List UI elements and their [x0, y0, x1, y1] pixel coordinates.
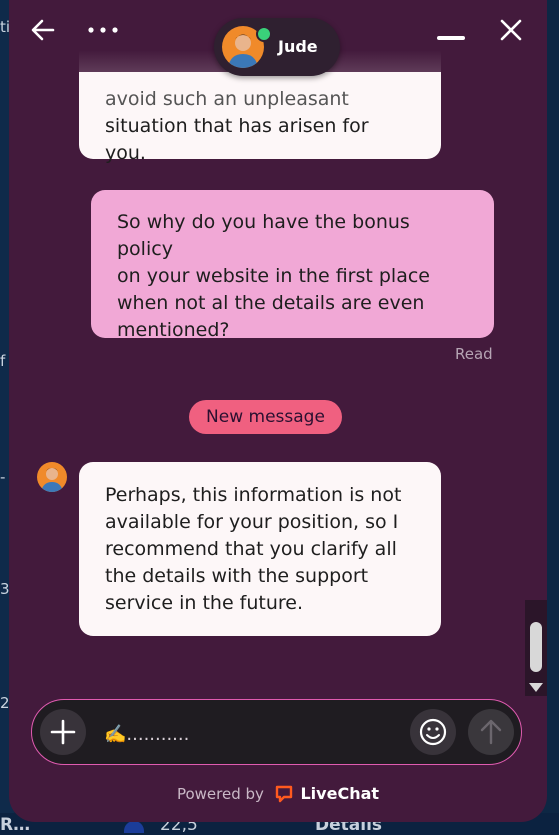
chat-header: Jude [9, 0, 547, 76]
message-line: avoid such an unpleasant [105, 88, 349, 110]
more-dots-icon[interactable] [87, 26, 119, 34]
livechat-logo-icon [275, 785, 292, 803]
powered-by-footer[interactable]: Powered by LiveChat [9, 784, 547, 803]
scrollbar-thumb[interactable] [530, 622, 542, 672]
bg-fragment: f [0, 352, 6, 370]
message-line: So why do you have the bonus policy [117, 211, 410, 260]
powered-by-label: Powered by [176, 785, 264, 803]
message-list: avoid such an unpleasant situation that … [9, 0, 547, 690]
scroll-down-arrow-icon[interactable] [529, 683, 543, 692]
user-message: So why do you have the bonus policy on y… [91, 190, 494, 341]
read-receipt: Read [455, 345, 493, 363]
message-line: the details with the support [105, 565, 369, 587]
agent-avatar [37, 462, 67, 492]
bg-fragment: - [0, 468, 6, 486]
emoji-button[interactable] [410, 709, 456, 755]
message-composer [31, 699, 522, 765]
message-line: Perhaps, this information is not [105, 484, 402, 506]
message-line: mentioned? [117, 319, 230, 341]
message-input[interactable] [102, 720, 406, 748]
message-line: available for your position, so I [105, 511, 399, 533]
minimize-icon[interactable] [437, 36, 465, 40]
agent-info[interactable]: Jude [214, 18, 340, 76]
message-line: service in the future. [105, 592, 304, 614]
send-button[interactable] [468, 709, 514, 755]
message-line: situation that has arisen for you. [105, 115, 369, 164]
agent-name: Jude [278, 37, 318, 56]
agent-message: Perhaps, this information is not availab… [79, 462, 441, 636]
emoji-icon [419, 718, 447, 746]
chat-widget: avoid such an unpleasant situation that … [9, 0, 547, 822]
eu-flag-icon [124, 821, 144, 833]
message-line: on your website in the first place [117, 265, 430, 287]
message-line: recommend that you clarify all [105, 538, 397, 560]
plus-icon [50, 719, 76, 745]
new-message-divider[interactable]: New message [189, 400, 342, 434]
livechat-brand: LiveChat [300, 784, 380, 803]
back-arrow-icon[interactable] [29, 16, 57, 44]
message-line: when not al the details are even [117, 292, 425, 314]
add-attachment-button[interactable] [40, 709, 86, 755]
close-icon[interactable] [497, 16, 525, 44]
online-status-dot [256, 26, 272, 42]
send-arrow-icon [480, 719, 502, 745]
